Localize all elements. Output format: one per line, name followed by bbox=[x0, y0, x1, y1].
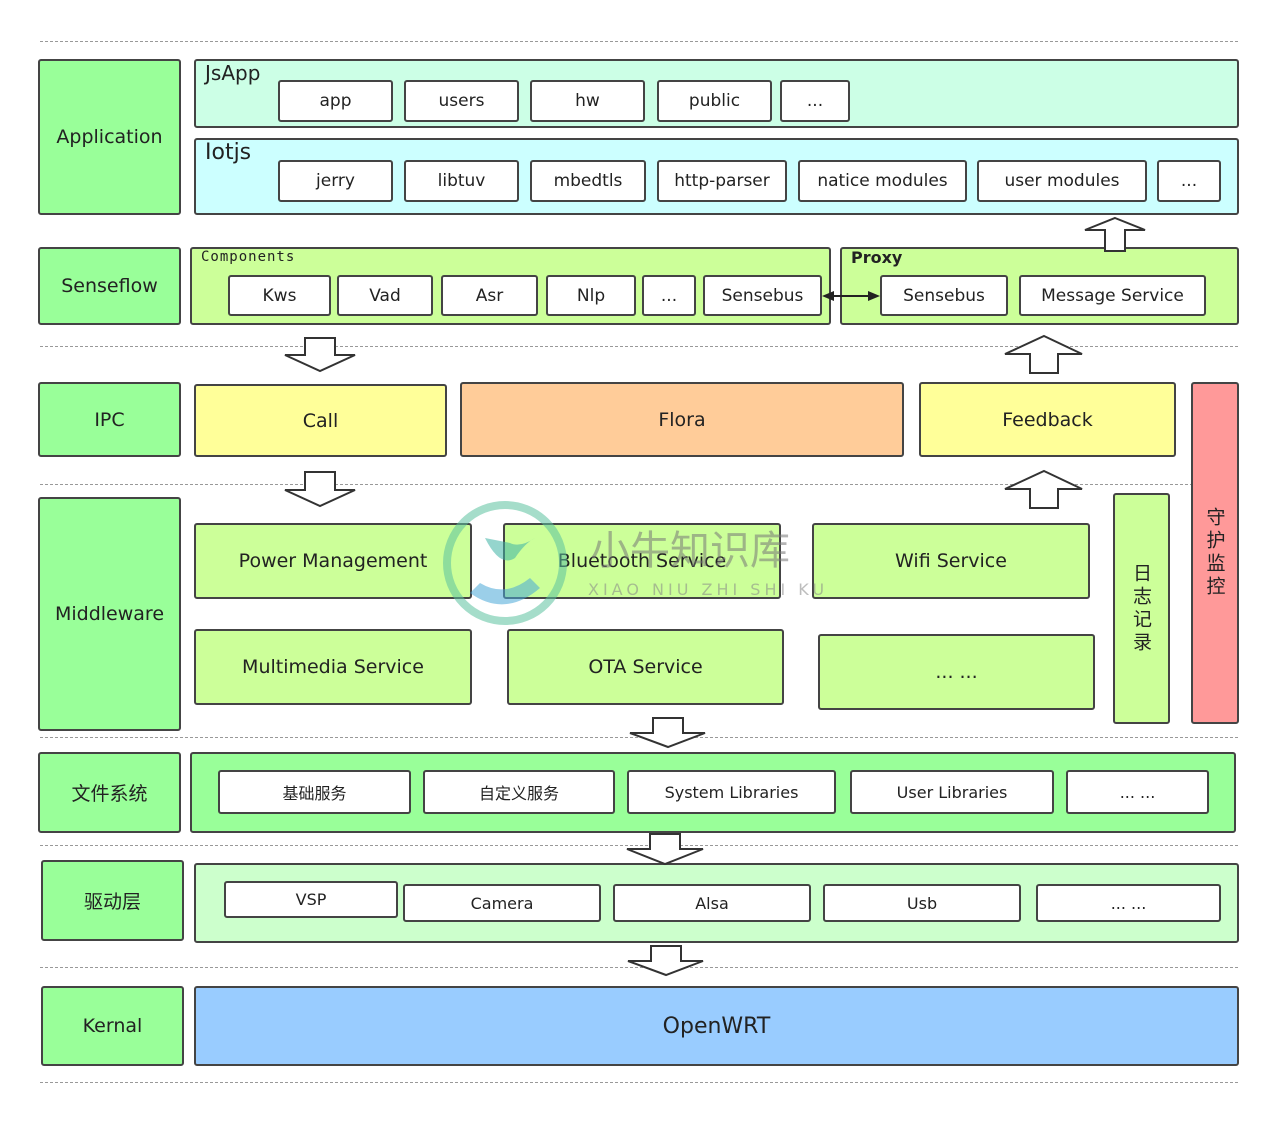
arrow-down-icon bbox=[626, 833, 704, 866]
arrow-down-icon bbox=[627, 945, 704, 977]
arrow-up-icon bbox=[1084, 216, 1146, 252]
arrow-down-icon bbox=[284, 337, 356, 373]
arrow-down-icon bbox=[629, 717, 706, 749]
flow-arrows bbox=[284, 216, 1146, 977]
arrow-up-icon bbox=[1004, 469, 1083, 509]
architecture-diagram: Application Senseflow IPC Middleware 文件系… bbox=[0, 0, 1267, 1124]
arrow-down-icon bbox=[284, 471, 356, 508]
arrow-up-icon bbox=[1004, 334, 1083, 374]
